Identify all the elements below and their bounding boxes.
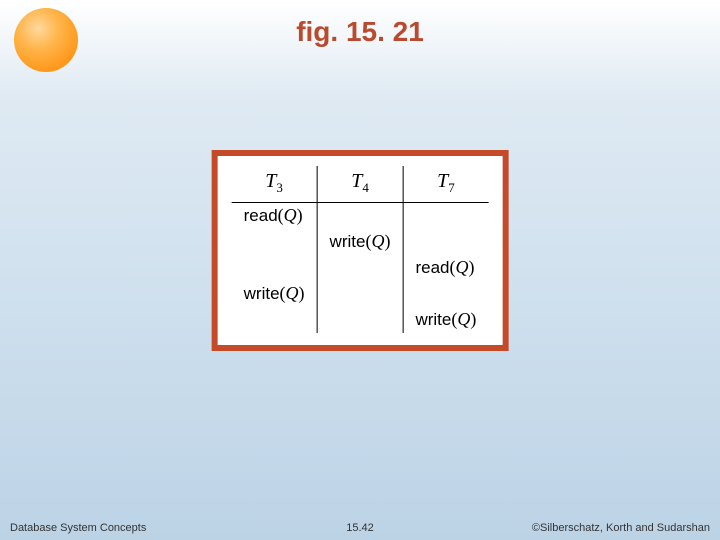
cell bbox=[232, 307, 317, 333]
table-header-row: T3 T4 T7 bbox=[232, 166, 489, 203]
table-row: write(Q) bbox=[232, 281, 489, 307]
slide-title: fig. 15. 21 bbox=[0, 16, 720, 48]
cell bbox=[317, 307, 403, 333]
footer-left: Database System Concepts bbox=[10, 522, 146, 534]
slide-footer: Database System Concepts 15.42 ©Silbersc… bbox=[0, 522, 720, 534]
cell: write(Q) bbox=[403, 307, 488, 333]
cell bbox=[403, 281, 488, 307]
cell bbox=[232, 229, 317, 255]
col-header-t4: T4 bbox=[317, 166, 403, 203]
cell bbox=[317, 255, 403, 281]
cell: read(Q) bbox=[403, 255, 488, 281]
schedule-table: T3 T4 T7 read(Q) w bbox=[232, 166, 489, 333]
cell: read(Q) bbox=[232, 203, 317, 229]
table-row: read(Q) bbox=[232, 255, 489, 281]
schedule-body: read(Q) write(Q) read(Q) write(Q) bbox=[232, 203, 489, 333]
cell bbox=[403, 229, 488, 255]
col-header-t7: T7 bbox=[403, 166, 488, 203]
table-row: write(Q) bbox=[232, 307, 489, 333]
figure-inner: T3 T4 T7 read(Q) w bbox=[218, 156, 503, 345]
table-row: write(Q) bbox=[232, 229, 489, 255]
col-header-t3: T3 bbox=[232, 166, 317, 203]
table-row: read(Q) bbox=[232, 203, 489, 229]
cell: write(Q) bbox=[317, 229, 403, 255]
footer-right: ©Silberschatz, Korth and Sudarshan bbox=[532, 522, 710, 534]
figure-frame: T3 T4 T7 read(Q) w bbox=[212, 150, 509, 351]
cell bbox=[403, 203, 488, 229]
cell bbox=[232, 255, 317, 281]
cell bbox=[317, 281, 403, 307]
cell: write(Q) bbox=[232, 281, 317, 307]
cell bbox=[317, 203, 403, 229]
footer-center: 15.42 bbox=[346, 522, 374, 534]
